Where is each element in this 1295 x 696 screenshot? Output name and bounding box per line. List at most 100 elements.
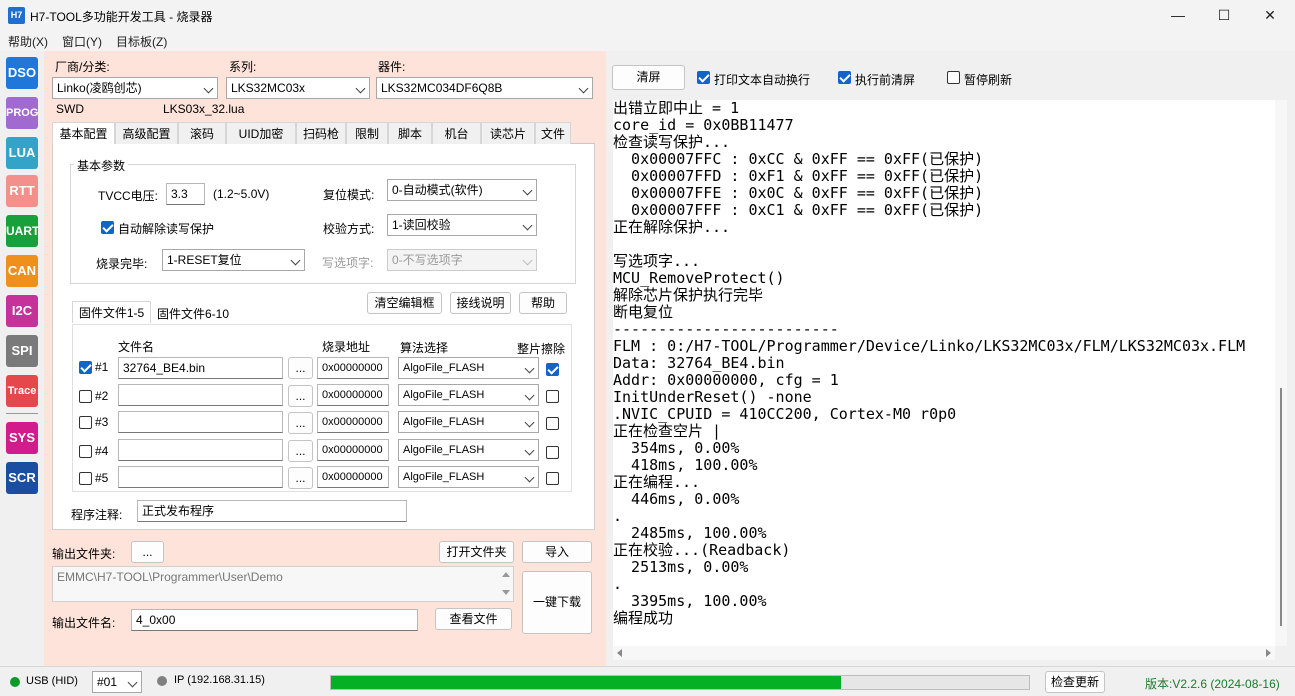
output-path-textarea[interactable]: EMMC\H7-TOOL\Programmer\User\Demo <box>52 566 514 602</box>
row-1-address-input[interactable]: 0x00000000 <box>317 357 389 379</box>
log-scroll-thumb[interactable] <box>1280 388 1282 626</box>
log-output[interactable]: 出错立即中止 = 1 core_id = 0x0BB11477 检查读写保护... … <box>613 100 1275 646</box>
output-path-scrollbar[interactable] <box>499 567 513 601</box>
row-1-algo-select[interactable]: AlgoFile_FLASH <box>398 357 539 379</box>
row-4-enable-checkbox[interactable] <box>79 445 92 458</box>
nav-can-button[interactable]: CAN <box>6 255 38 287</box>
row-2-algo-select[interactable]: AlgoFile_FLASH <box>398 384 539 406</box>
auto-unprotect-label: 自动解除读写保护 <box>118 222 215 236</box>
log-vertical-scrollbar[interactable] <box>1275 100 1287 646</box>
wiring-guide-button[interactable]: 接线说明 <box>450 292 511 314</box>
nav-i2c-button[interactable]: I2C <box>6 295 38 327</box>
view-file-button[interactable]: 查看文件 <box>435 608 512 630</box>
tab-read-chip[interactable]: 读芯片 <box>481 122 535 144</box>
row-3-address-input[interactable]: 0x00000000 <box>317 411 389 433</box>
menu-help[interactable]: 帮助(X) <box>8 33 48 50</box>
tab-script[interactable]: 脚本 <box>388 122 432 144</box>
device-value: LKS32MC034DF6Q8B <box>381 81 503 95</box>
title-bar: H7 H7-TOOL多功能开发工具 - 烧录器 — ☐ ✕ <box>0 0 1295 31</box>
log-line: FLM : 0:/H7-TOOL/Programmer/Device/Linko… <box>613 337 1246 355</box>
log-line: 断电复位 <box>613 303 674 321</box>
row-3-algo-select[interactable]: AlgoFile_FLASH <box>398 411 539 433</box>
row-2-browse-button[interactable]: ... <box>288 385 313 407</box>
series-label: 系列: <box>229 60 257 74</box>
menu-target[interactable]: 目标板(Z) <box>116 33 167 50</box>
open-folder-button[interactable]: 打开文件夹 <box>439 541 514 563</box>
auto-unprotect-checkbox[interactable] <box>101 221 114 234</box>
output-folder-browse-button[interactable]: ... <box>131 541 164 563</box>
minimize-button[interactable]: — <box>1155 0 1201 31</box>
row-4-address-input[interactable]: 0x00000000 <box>317 439 389 461</box>
row-1-enable-checkbox[interactable] <box>79 361 92 374</box>
clear-before-run-checkbox[interactable] <box>838 71 851 84</box>
log-horizontal-scrollbar[interactable] <box>613 646 1275 660</box>
nav-lua-button[interactable]: LUA <box>6 137 38 169</box>
series-select[interactable]: LKS32MC03x <box>226 77 370 99</box>
row-3-browse-button[interactable]: ... <box>288 412 313 434</box>
menu-window[interactable]: 窗口(Y) <box>62 33 102 50</box>
check-update-button[interactable]: 检查更新 <box>1045 671 1105 693</box>
tab-scanner[interactable]: 扫码枪 <box>296 122 346 144</box>
row-2-address-input[interactable]: 0x00000000 <box>317 384 389 406</box>
device-select[interactable]: LKS32MC034DF6Q8B <box>376 77 593 99</box>
row-4-browse-button[interactable]: ... <box>288 440 313 462</box>
import-button[interactable]: 导入 <box>522 541 592 563</box>
tab-uid-encrypt[interactable]: UID加密 <box>226 122 296 144</box>
port-select[interactable]: #01 <box>92 671 142 693</box>
scroll-down-icon[interactable] <box>502 590 510 595</box>
row-1-file-input[interactable]: 32764_BE4.bin <box>118 357 283 379</box>
row-2-file-input[interactable] <box>118 384 283 406</box>
row-3-enable-checkbox[interactable] <box>79 416 92 429</box>
row-5-enable-checkbox[interactable] <box>79 472 92 485</box>
after-program-select[interactable]: 1-RESET复位 <box>162 249 305 271</box>
tab-firmware-1-5[interactable]: 固件文件1-5 <box>72 301 151 323</box>
tab-firmware-6-10[interactable]: 固件文件6-10 <box>151 303 235 325</box>
note-input[interactable]: 正式发布程序 <box>137 500 407 522</box>
reset-mode-select[interactable]: 0-自动模式(软件) <box>387 179 537 201</box>
nav-sys-button[interactable]: SYS <box>6 422 38 454</box>
nav-uart-button[interactable]: UART <box>6 215 39 247</box>
one-click-download-button[interactable]: 一键下载 <box>522 571 592 634</box>
tab-machine[interactable]: 机台 <box>432 122 481 144</box>
nav-scr-button[interactable]: SCR <box>6 462 38 494</box>
nav-dso-button[interactable]: DSO <box>6 57 38 89</box>
clear-edit-button[interactable]: 清空编辑框 <box>367 292 442 314</box>
row-4-erase-checkbox[interactable] <box>546 446 559 459</box>
help-button[interactable]: 帮助 <box>519 292 567 314</box>
tab-file[interactable]: 文件 <box>535 122 571 144</box>
tab-limit[interactable]: 限制 <box>346 122 388 144</box>
nav-spi-button[interactable]: SPI <box>6 335 38 367</box>
row-5-file-input[interactable] <box>118 466 283 488</box>
row-2-enable-checkbox[interactable] <box>79 390 92 403</box>
tab-rolling-code[interactable]: 滚码 <box>178 122 226 144</box>
row-1-browse-button[interactable]: ... <box>288 357 313 379</box>
vendor-select[interactable]: Linko(凌鸥创芯) <box>52 77 218 99</box>
nav-prog-button[interactable]: PROG <box>6 97 38 129</box>
pause-refresh-checkbox[interactable] <box>947 71 960 84</box>
clear-before-run-label: 执行前清屏 <box>855 73 916 87</box>
row-5-erase-checkbox[interactable] <box>546 472 559 485</box>
row-3-erase-checkbox[interactable] <box>546 417 559 430</box>
scroll-left-icon[interactable] <box>617 649 622 657</box>
scroll-right-icon[interactable] <box>1266 649 1271 657</box>
tab-basic[interactable]: 基本配置 <box>52 122 115 145</box>
row-1-erase-checkbox[interactable] <box>546 363 559 376</box>
tab-advanced[interactable]: 高级配置 <box>115 122 178 144</box>
row-5-browse-button[interactable]: ... <box>288 467 313 489</box>
auto-wrap-checkbox[interactable] <box>697 71 710 84</box>
tvcc-input[interactable]: 3.3 <box>166 183 205 205</box>
output-filename-input[interactable]: 4_0x00 <box>131 609 418 631</box>
row-2-erase-checkbox[interactable] <box>546 390 559 403</box>
row-5-address-input[interactable]: 0x00000000 <box>317 466 389 488</box>
nav-rtt-button[interactable]: RTT <box>6 175 38 207</box>
verify-select[interactable]: 1-读回校验 <box>387 214 537 236</box>
nav-trace-button[interactable]: Trace <box>6 375 38 407</box>
scroll-up-icon[interactable] <box>502 572 510 577</box>
clear-screen-button[interactable]: 清屏 <box>612 65 685 90</box>
row-4-file-input[interactable] <box>118 439 283 461</box>
maximize-button[interactable]: ☐ <box>1201 0 1247 31</box>
row-4-algo-select[interactable]: AlgoFile_FLASH <box>398 439 539 461</box>
close-button[interactable]: ✕ <box>1247 0 1293 31</box>
row-5-algo-select[interactable]: AlgoFile_FLASH <box>398 466 539 488</box>
row-3-file-input[interactable] <box>118 411 283 433</box>
